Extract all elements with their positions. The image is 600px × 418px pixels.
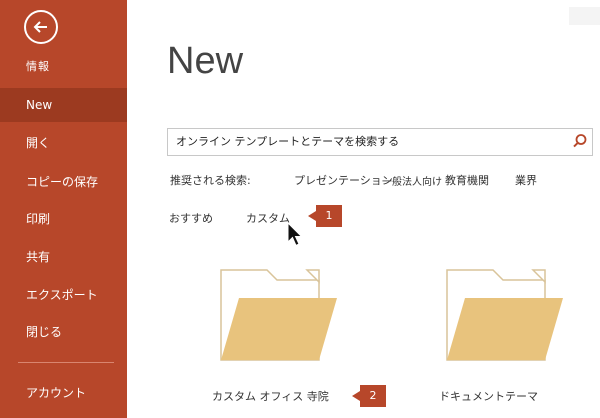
- sidebar-divider: [18, 362, 114, 363]
- suggested-searches-label: 推奨される検索:: [170, 174, 251, 187]
- backstage-sidebar: 情報 New 開く コピーの保存 印刷 共有 エクスポート 閉じる アカウント: [0, 0, 127, 418]
- tab-custom[interactable]: カスタム: [246, 210, 290, 226]
- callout-badge-2: 2: [352, 385, 386, 407]
- sidebar-item-print[interactable]: 印刷: [0, 202, 127, 236]
- callout-badge-1: 1: [308, 205, 342, 227]
- back-arrow-icon: [33, 21, 47, 33]
- folder-icon[interactable]: [219, 268, 339, 364]
- sidebar-item-share[interactable]: 共有: [0, 240, 127, 274]
- page-title: New: [167, 40, 244, 82]
- sidebar-item-account[interactable]: アカウント: [0, 376, 127, 410]
- folder-icon[interactable]: [445, 268, 565, 364]
- suggested-link-business[interactable]: 一般法人向け: [382, 173, 442, 188]
- mouse-cursor-icon: [287, 222, 303, 247]
- search-icon[interactable]: [572, 133, 588, 149]
- suggested-link-education[interactable]: 教育機関: [445, 172, 489, 188]
- window-control[interactable]: [569, 7, 600, 25]
- sidebar-item-save-copy[interactable]: コピーの保存: [0, 165, 127, 199]
- sidebar-item-info[interactable]: 情報: [0, 50, 127, 84]
- folder-label-document-themes[interactable]: ドキュメントテーマ: [439, 388, 538, 404]
- sidebar-item-open[interactable]: 開く: [0, 126, 127, 160]
- suggested-link-industry[interactable]: 業界: [515, 172, 537, 188]
- sidebar-item-new[interactable]: New: [0, 88, 127, 122]
- suggested-link-presentation[interactable]: プレゼンテーション: [294, 172, 393, 188]
- new-pane: New 推奨される検索: プレゼンテーション 一般法人向け 教育機関 業界 おす…: [127, 0, 600, 418]
- tab-featured[interactable]: おすすめ: [169, 210, 213, 226]
- sidebar-item-close[interactable]: 閉じる: [0, 315, 127, 349]
- template-search-input[interactable]: [176, 129, 556, 155]
- sidebar-item-export[interactable]: エクスポート: [0, 278, 127, 312]
- template-search-box: [167, 128, 593, 156]
- folder-label-custom-office[interactable]: カスタム オフィス 寺院: [212, 388, 329, 404]
- back-button[interactable]: [24, 10, 58, 44]
